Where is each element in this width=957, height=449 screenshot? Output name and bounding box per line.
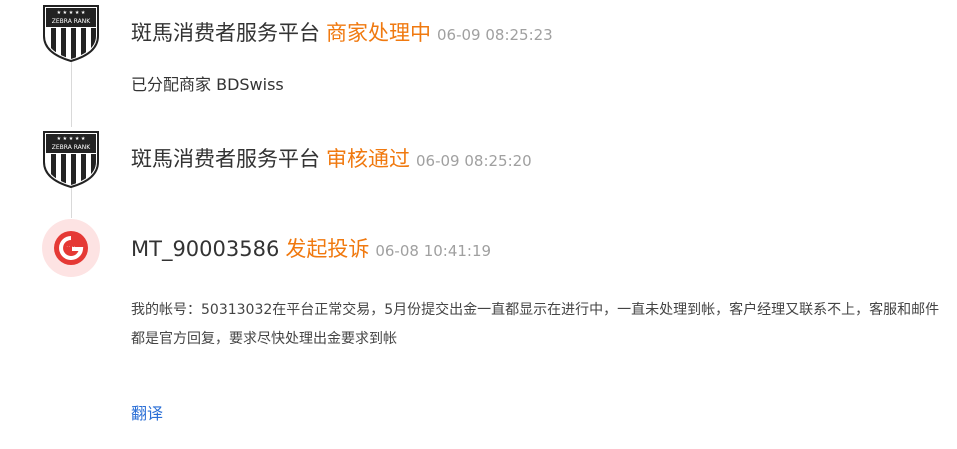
entry-status: 商家处理中 <box>326 21 431 45</box>
svg-text:★ ★ ★ ★ ★: ★ ★ ★ ★ ★ <box>57 10 86 16</box>
entry-timestamp: 06-09 08:25:20 <box>416 152 532 170</box>
entry-actor: 斑馬消费者服务平台 <box>131 147 320 171</box>
avatar-logo-text: ZEBRA RANK <box>52 18 91 25</box>
svg-text:★ ★ ★ ★ ★: ★ ★ ★ ★ ★ <box>57 136 86 142</box>
complaint-timeline: ★ ★ ★ ★ ★ ZEBRA RANK 斑馬消费者服务平台 商家处理中 06-… <box>0 0 957 449</box>
entry-body: 已分配商家 BDSwiss <box>131 75 284 94</box>
zebra-rank-shield-icon: ★ ★ ★ ★ ★ ZEBRA RANK <box>41 2 101 62</box>
entry-status: 审核通过 <box>326 147 410 171</box>
complaint-text: 我的帐号：50313032在平台正常交易，5月份提交出金一直都显示在进行中，一直… <box>131 302 940 347</box>
timeline-connector <box>71 188 72 218</box>
entry-header: 斑馬消费者服务平台 审核通过 06-09 08:25:20 <box>131 143 532 173</box>
entry-timestamp: 06-08 10:41:19 <box>375 242 492 260</box>
entry-status: 发起投诉 <box>285 237 370 261</box>
entry-actor: MT_90003586 <box>131 237 280 261</box>
svg-text:· · · ·: · · · · <box>67 244 76 249</box>
entry-actor: 斑馬消费者服务平台 <box>131 21 320 45</box>
entry-timestamp: 06-09 08:25:23 <box>437 26 553 44</box>
translate-link[interactable]: 翻译 <box>131 400 163 424</box>
user-badge-icon: · · · · <box>41 218 101 278</box>
zebra-rank-shield-icon: ★ ★ ★ ★ ★ ZEBRA RANK <box>41 128 101 188</box>
entry-header: 斑馬消费者服务平台 商家处理中 06-09 08:25:23 <box>131 17 553 47</box>
avatar-logo-text: ZEBRA RANK <box>52 144 91 151</box>
entry-header: MT_90003586 发起投诉 06-08 10:41:19 <box>131 233 491 263</box>
timeline-connector <box>71 62 72 127</box>
